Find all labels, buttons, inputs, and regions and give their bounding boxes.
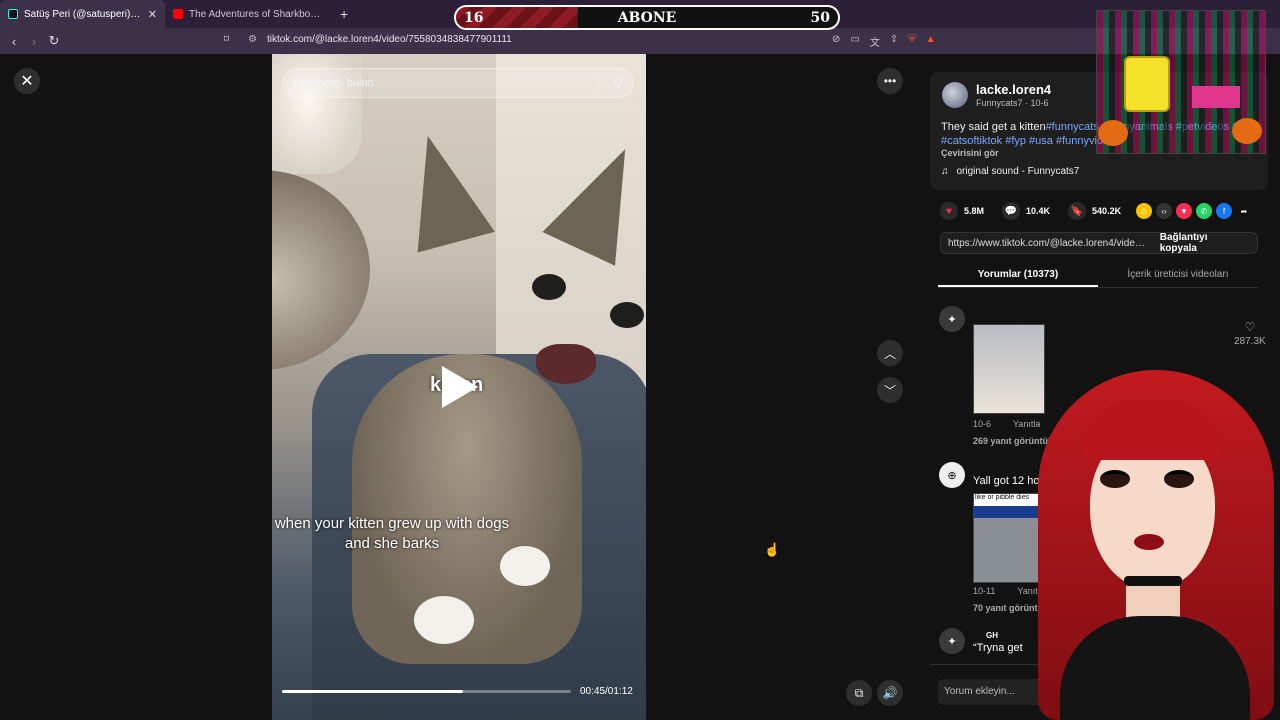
- related-search-input[interactable]: İlgili içeriği bulun ⚲: [282, 68, 634, 98]
- goal-current: 16: [464, 9, 484, 26]
- tab-tiktok[interactable]: Satüş Peri (@satusperi) | TikTok ✕: [0, 0, 165, 28]
- tab-comments[interactable]: Yorumlar (10373): [938, 262, 1098, 287]
- search-icon[interactable]: ⚲: [613, 75, 623, 91]
- panel-tabs: Yorumlar (10373) İçerik üreticisi videol…: [938, 262, 1258, 288]
- likes-count: 5.8M: [964, 206, 985, 216]
- avatar[interactable]: [942, 82, 968, 108]
- heart-icon[interactable]: ♡: [1230, 320, 1270, 334]
- music-note-icon: ♫: [941, 166, 949, 177]
- comment-text: “Tryna get: [973, 642, 1023, 654]
- url-text: tiktok.com/@lacke.loren4/video/755803483…: [266, 34, 512, 45]
- send-icon[interactable]: ▼: [1176, 203, 1192, 219]
- video-progress-fill: [282, 690, 463, 693]
- kitten-ear: [389, 125, 495, 253]
- kitten-head: [272, 170, 370, 370]
- pumpkin-icon: [1098, 120, 1128, 146]
- tab-sharkboy[interactable]: The Adventures of Sharkboy and Lava: [165, 0, 330, 28]
- goal-target: 50: [810, 9, 830, 26]
- avatar[interactable]: ⊕: [939, 462, 965, 488]
- comment-image-text: like or pibble dies: [975, 494, 1030, 501]
- avatar-eye: [1164, 470, 1194, 488]
- close-tab-icon[interactable]: ✕: [148, 8, 157, 21]
- address-bar: ‹ › ↻ ⌑ ⚙ tiktok.com/@lacke.loren4/video…: [0, 28, 1280, 54]
- more-options-button[interactable]: •••: [877, 68, 903, 94]
- pip-icon[interactable]: ▭: [850, 34, 859, 49]
- heart-icon[interactable]: ♥: [940, 202, 958, 220]
- new-tab-button[interactable]: +: [330, 6, 358, 22]
- tiktok-icon: [8, 9, 18, 19]
- vtuber-avatar: [1030, 360, 1280, 720]
- share-icon[interactable]: ⇪: [890, 34, 898, 49]
- pip-button[interactable]: ⧉: [846, 680, 872, 706]
- whatsapp-icon[interactable]: ✆: [1196, 203, 1212, 219]
- avatar-lips: [1134, 534, 1164, 550]
- brave-shield-icon[interactable]: ⛨: [908, 34, 916, 49]
- post-meta: Funnycats7 · 10-6: [976, 98, 1049, 108]
- post-username[interactable]: lacke.loren4: [976, 82, 1051, 97]
- comment-date: 10-11: [973, 586, 996, 596]
- subscriber-goal-bar: 16 ABONE 50: [454, 5, 840, 30]
- comment-username[interactable]: GH: [986, 631, 998, 640]
- video-link[interactable]: https://www.tiktok.com/@lacke.loren4/vid…: [941, 238, 1150, 249]
- description-text: They said get a kitten: [941, 121, 1046, 133]
- tab-title: Satüş Peri (@satusperi) | TikTok: [24, 8, 142, 20]
- sound-name: original sound - Funnycats7: [956, 166, 1080, 177]
- volume-button[interactable]: 🔊: [877, 680, 903, 706]
- comment-date: 10-6: [973, 419, 992, 429]
- browser-window: Satüş Peri (@satusperi) | TikTok ✕ The A…: [0, 0, 1280, 720]
- search-divider: [598, 75, 599, 93]
- avatar-choker: [1124, 576, 1182, 586]
- engagement-stats: ♥ 5.8M 💬 10.4K 🔖 540.2K: [940, 202, 1133, 220]
- back-icon[interactable]: ‹: [4, 34, 24, 49]
- copy-link-button[interactable]: Bağlantıyı kopyala: [1150, 232, 1257, 254]
- tab-creator-videos[interactable]: İçerik üreticisi videoları: [1098, 262, 1258, 287]
- see-translation-link[interactable]: Çevirisini gör: [941, 148, 999, 158]
- avatar[interactable]: ✦: [939, 628, 965, 654]
- avatar[interactable]: ✦: [939, 306, 965, 332]
- no-video-icon[interactable]: ⊘: [832, 34, 840, 49]
- spongebob-image: [1124, 56, 1170, 112]
- next-video-button[interactable]: ﹀: [877, 377, 903, 403]
- translate-icon[interactable]: 文: [870, 34, 880, 49]
- share-arrow-icon[interactable]: ➦: [1236, 203, 1252, 219]
- video-caption: when your kitten grew up with dogs and s…: [274, 515, 510, 552]
- kitten-eye: [610, 302, 644, 328]
- share-icons: ☺ ‹› ▼ ✆ f ➦: [1136, 203, 1252, 219]
- hand-cursor-icon: ☝: [764, 542, 781, 557]
- comment-icon[interactable]: 💬: [1002, 202, 1021, 220]
- goal-label: ABONE: [617, 9, 677, 26]
- url-field[interactable]: ⚙ tiktok.com/@lacke.loren4/video/7558034…: [248, 34, 512, 45]
- tab-title: The Adventures of Sharkboy and Lava: [189, 8, 322, 20]
- close-video-button[interactable]: ✕: [14, 68, 40, 94]
- kitten-eye: [532, 274, 566, 300]
- video-time: 00:45/01:12: [580, 686, 633, 697]
- facebook-icon[interactable]: f: [1216, 203, 1232, 219]
- kitten-mouth: [536, 344, 596, 384]
- video-progress-bar[interactable]: [282, 690, 571, 693]
- play-icon[interactable]: [442, 366, 478, 408]
- previous-video-button[interactable]: ︿: [877, 340, 903, 366]
- youtube-icon: [173, 9, 183, 19]
- comments-count: 10.4K: [1026, 206, 1051, 216]
- bookmark-icon[interactable]: ⌑: [224, 34, 229, 45]
- search-placeholder: İlgili içeriği bulun: [293, 77, 374, 89]
- pink-sticker: [1192, 86, 1240, 108]
- pumpkin-icon: [1232, 118, 1262, 144]
- bookmark-icon[interactable]: 🔖: [1068, 202, 1087, 220]
- video-link-box: https://www.tiktok.com/@lacke.loren4/vid…: [940, 232, 1258, 254]
- kitten-paw: [414, 596, 474, 644]
- reload-icon[interactable]: ↻: [44, 33, 64, 49]
- sound-link[interactable]: ♫ original sound - Funnycats7: [941, 166, 1079, 177]
- site-info-icon[interactable]: ⚙: [248, 34, 257, 45]
- rewards-icon[interactable]: ▲: [926, 34, 936, 49]
- forward-icon[interactable]: ›: [24, 34, 44, 49]
- address-actions: ⊘ ▭ 文 ⇪ ⛨ ▲: [832, 34, 936, 49]
- comment-likes: 287.3K: [1234, 336, 1266, 347]
- avatar-eye: [1100, 470, 1130, 488]
- saves-count: 540.2K: [1092, 206, 1122, 216]
- embed-icon[interactable]: ‹›: [1156, 203, 1172, 219]
- friends-icon[interactable]: ☺: [1136, 203, 1152, 219]
